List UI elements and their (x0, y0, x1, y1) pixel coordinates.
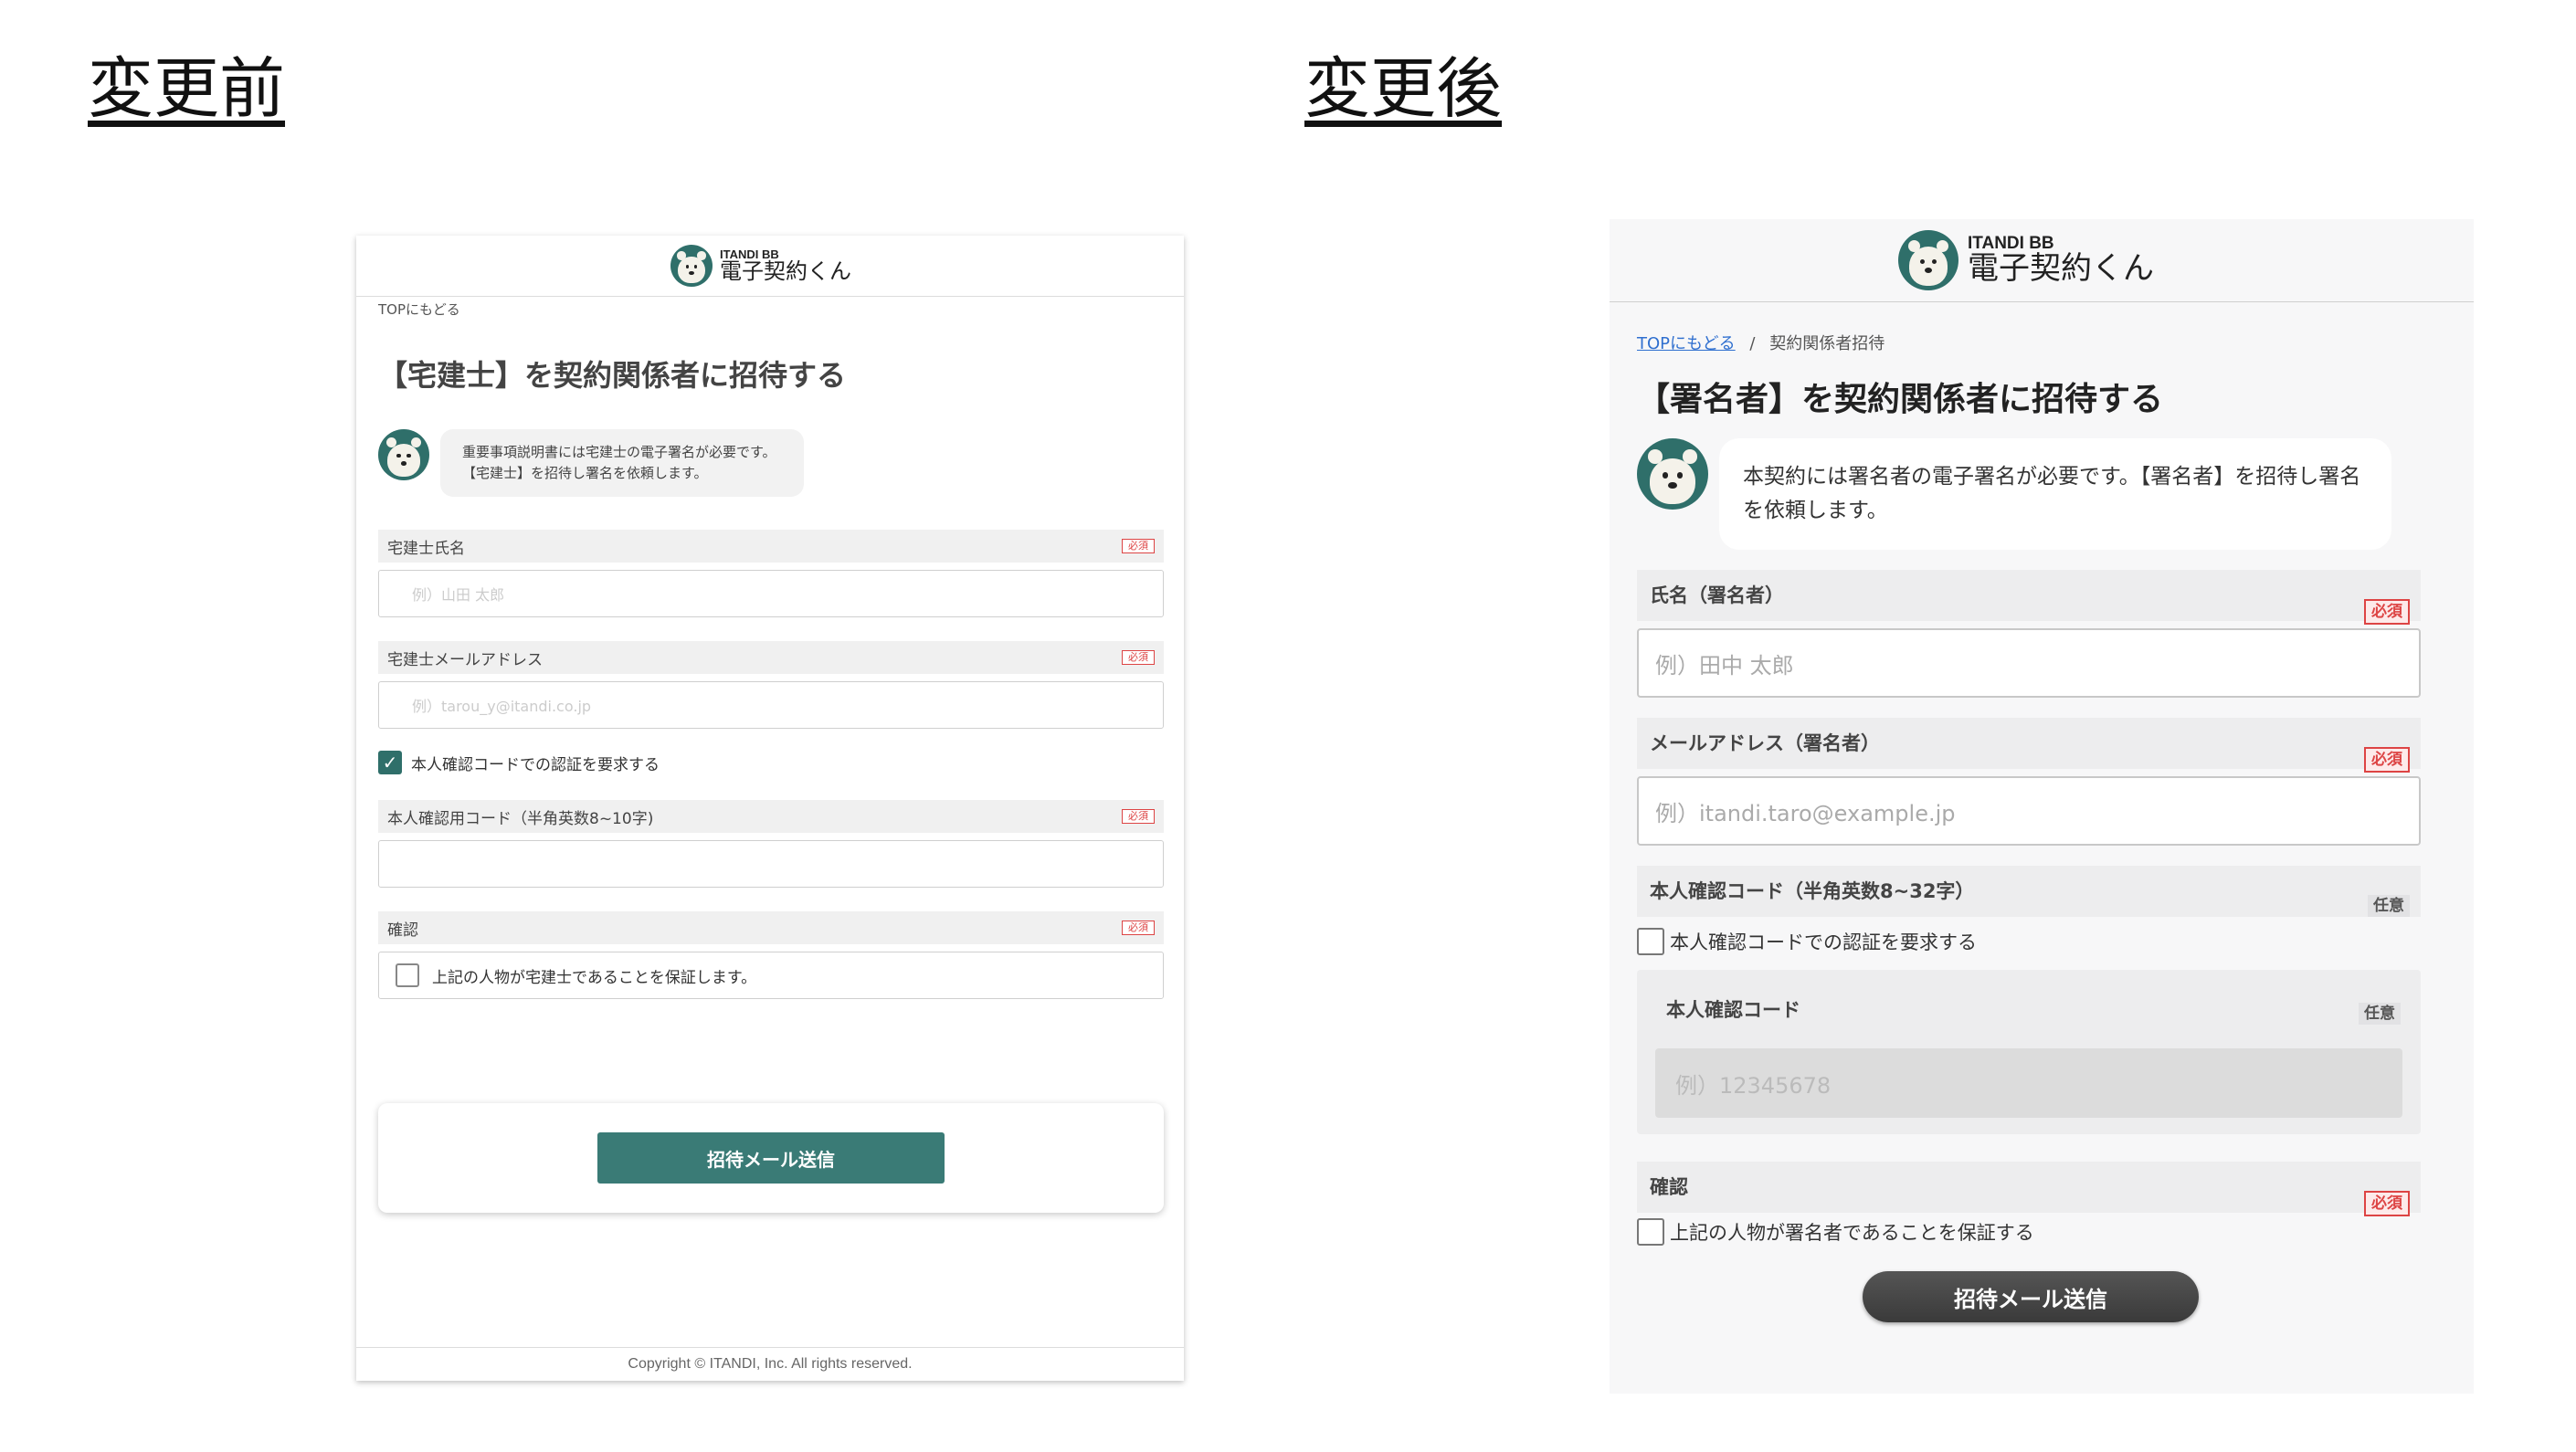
confirm-text: 上記の人物が宅建士であることを保証します。 (432, 968, 757, 987)
message-row: 重要事項説明書には宅建士の電子署名が必要です。 【宅建士】を招待し署名を依頼しま… (378, 429, 804, 497)
breadcrumb-current: 契約関係者招待 (1769, 334, 1885, 353)
checkbox-unchecked-icon[interactable] (396, 963, 419, 987)
footer-copyright: Copyright © ITANDI, Inc. All rights rese… (356, 1347, 1184, 1381)
checkbox-unchecked-icon[interactable] (1637, 1218, 1664, 1246)
send-invite-button[interactable]: 招待メール送信 (1863, 1271, 2199, 1322)
confirm-checkbox-row[interactable]: 上記の人物が署名者であることを保証する (1637, 1218, 2034, 1246)
message-bubble: 重要事項説明書には宅建士の電子署名が必要です。 【宅建士】を招待し署名を依頼しま… (440, 429, 804, 497)
after-screen: ITANDI BB 電子契約くん TOPにもどる / 契約関係者招待 【署名者】… (1610, 219, 2474, 1394)
checkbox-checked-icon[interactable]: ✓ (378, 751, 402, 774)
page-title: 【署名者】を契約関係者に招待する (1637, 381, 2164, 418)
brand-logo: ITANDI BB 電子契約くん (1898, 230, 2154, 290)
breadcrumb-top-link[interactable]: TOPにもどる (1637, 334, 1736, 353)
message-line-2: 【宅建士】を招待し署名を依頼します。 (462, 465, 708, 481)
name-field-label: 氏名（署名者） 必須 (1637, 570, 2421, 625)
required-badge: 必須 (2364, 1191, 2410, 1216)
email-label-text: 宅建士メールアドレス (387, 650, 543, 669)
required-badge: 必須 (2364, 599, 2410, 625)
bear-mascot-icon (670, 245, 713, 287)
email-input[interactable]: 例）tarou_y@itandi.co.jp (378, 681, 1164, 729)
name-label-text: 宅建士氏名 (387, 539, 465, 558)
email-input[interactable]: 例）itandi.taro@example.jp (1637, 776, 2421, 846)
require-code-checkbox-row[interactable]: 本人確認コードでの認証を要求する (1637, 928, 1977, 955)
code-section-label: 本人確認コード（半角英数8~32字） 任意 (1637, 866, 2421, 917)
name-field-label: 宅建士氏名 必須 (378, 530, 1164, 563)
confirm-text: 上記の人物が署名者であることを保証する (1670, 1222, 2034, 1244)
confirm-label-text: 確認 (387, 921, 418, 940)
code-label-text: 本人確認コード (1666, 999, 1800, 1021)
confirm-label-text: 確認 (1650, 1176, 1688, 1198)
bear-avatar-icon (378, 429, 429, 480)
email-field-label: 宅建士メールアドレス 必須 (378, 641, 1164, 674)
required-badge: 必須 (1122, 921, 1155, 935)
required-badge: 必須 (1122, 809, 1155, 824)
message-row: 本契約には署名者の電子署名が必要です。【署名者】を招待し署名を依頼します。 (1637, 438, 2391, 550)
brand-name: 電子契約くん (1968, 250, 2154, 288)
required-badge: 必須 (1122, 650, 1155, 665)
code-input-disabled: 例）12345678 (1655, 1048, 2402, 1118)
message-line-1: 重要事項説明書には宅建士の電子署名が必要です。 (462, 444, 776, 460)
breadcrumb-separator: / (1749, 334, 1756, 353)
bear-avatar-icon (1637, 438, 1708, 510)
app-header: ITANDI BB 電子契約くん (1610, 219, 2474, 302)
require-code-checkbox-row[interactable]: ✓ 本人確認コードでの認証を要求する (378, 751, 660, 774)
name-input[interactable]: 例）山田 太郎 (378, 570, 1164, 617)
before-screen: ITANDI BB 電子契約くん TOPにもどる 【宅建士】を契約関係者に招待す… (356, 236, 1184, 1381)
optional-badge: 任意 (2368, 895, 2410, 917)
checkbox-unchecked-icon[interactable] (1637, 928, 1664, 955)
message-bubble: 本契約には署名者の電子署名が必要です。【署名者】を招待し署名を依頼します。 (1719, 438, 2391, 550)
optional-badge: 任意 (2359, 1003, 2401, 1025)
page-title: 【宅建士】を契約関係者に招待する (378, 358, 847, 393)
required-badge: 必須 (2364, 747, 2410, 773)
required-badge: 必須 (1122, 539, 1155, 553)
confirm-field-label: 確認 必須 (378, 911, 1164, 944)
code-input-card: 本人確認コード 任意 例）12345678 (1637, 970, 2421, 1134)
app-header: ITANDI BB 電子契約くん (356, 236, 1184, 297)
breadcrumb-top-link[interactable]: TOPにもどる (378, 300, 460, 319)
send-invite-button[interactable]: 招待メール送信 (597, 1132, 945, 1184)
confirm-checkbox-row[interactable]: 上記の人物が宅建士であることを保証します。 (378, 952, 1164, 999)
code-input[interactable] (378, 840, 1164, 888)
before-heading: 変更前 (88, 50, 286, 127)
after-heading: 変更後 (1304, 50, 1503, 127)
breadcrumb: TOPにもどる / 契約関係者招待 (1637, 331, 1884, 354)
brand-name: 電子契約くん (720, 258, 851, 285)
name-input[interactable]: 例）田中 太郎 (1637, 628, 2421, 698)
email-field-label: メールアドレス（署名者） 必須 (1637, 718, 2421, 773)
brand-logo: ITANDI BB 電子契約くん (670, 245, 851, 287)
code-label-text: 本人確認用コード（半角英数8~10字) (387, 809, 654, 828)
require-code-label: 本人確認コードでの認証を要求する (411, 755, 660, 774)
code-field-label: 本人確認用コード（半角英数8~10字) 必須 (378, 800, 1164, 833)
name-label-text: 氏名（署名者） (1650, 584, 1784, 606)
bear-mascot-icon (1898, 230, 1958, 290)
submit-card: 招待メール送信 (378, 1103, 1164, 1213)
confirm-field-label: 確認 必須 (1637, 1162, 2421, 1216)
require-code-label: 本人確認コードでの認証を要求する (1670, 931, 1977, 953)
email-label-text: メールアドレス（署名者） (1650, 732, 1880, 754)
code-section-label-text: 本人確認コード（半角英数8~32字） (1650, 880, 1975, 902)
